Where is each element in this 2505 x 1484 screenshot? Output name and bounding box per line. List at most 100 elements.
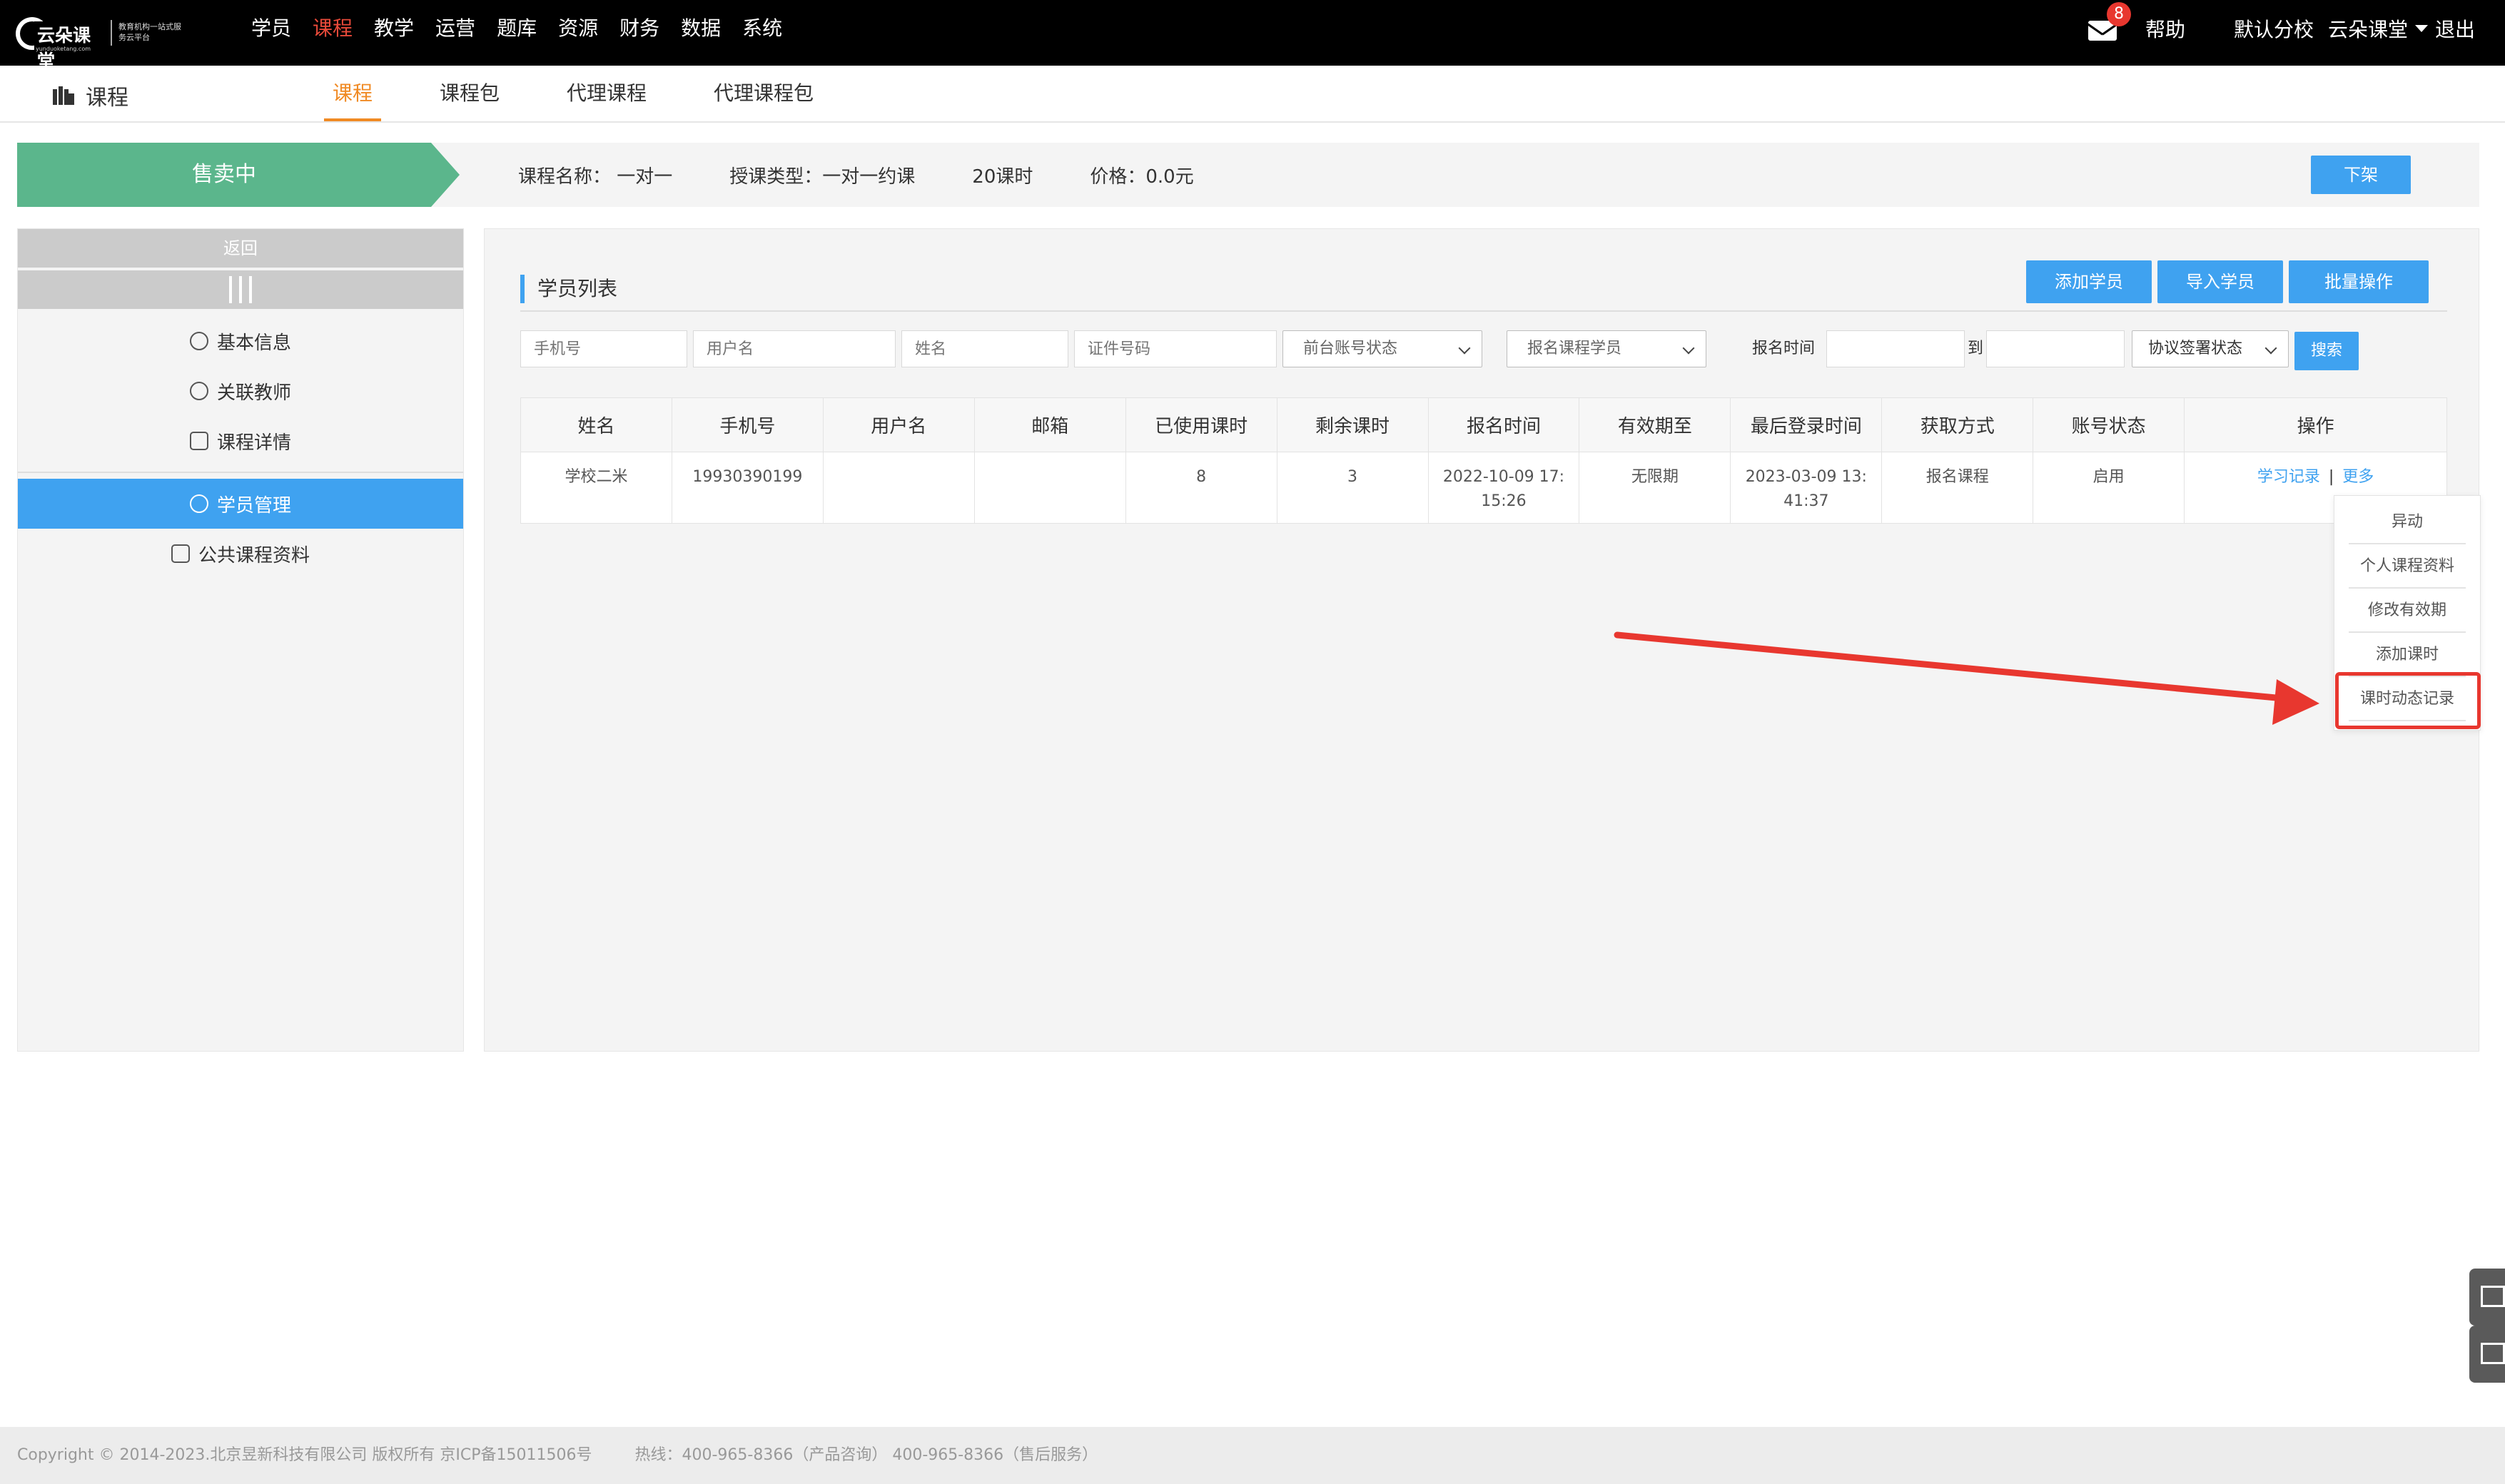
nav-item-system[interactable]: 系统: [742, 0, 782, 66]
cell-status: 启用: [2033, 452, 2185, 524]
envelope-icon: [2481, 1286, 2505, 1307]
sidebar-item-label: 公共课程资料: [198, 544, 310, 566]
more-link[interactable]: 更多: [2342, 468, 2374, 486]
sidebar-menu: 基本信息 关联教师 课程详情 学员管理 公共课程资料: [18, 316, 463, 579]
column-header: 邮箱: [973, 397, 1126, 452]
footer-hotline: 热线：400-965-8366（产品咨询） 400-965-8366（售后服务）: [634, 1446, 1098, 1464]
sidebar-item-teachers[interactable]: 关联教师: [18, 366, 463, 416]
enroll-time-end-input[interactable]: [1986, 330, 2125, 367]
nav-item-courses[interactable]: 课程: [313, 0, 353, 66]
id-number-input[interactable]: [1074, 330, 1277, 367]
menu-item-personal-materials[interactable]: 个人课程资料: [2334, 544, 2480, 589]
column-header: 手机号: [671, 397, 824, 452]
nav-item-resources[interactable]: 资源: [558, 0, 598, 66]
logo-divider: [111, 20, 112, 46]
panel-title: 学员列表: [520, 275, 617, 303]
agreement-status-select[interactable]: 协议签署状态: [2132, 330, 2289, 367]
column-header: 最后登录时间: [1730, 397, 1883, 452]
cell-used-hours: 8: [1125, 452, 1277, 524]
table-header-row: 姓名 手机号 用户名 邮箱 已使用课时 剩余课时 报名时间 有效期至 最后登录时…: [520, 397, 2447, 452]
logo-slogan: 教育机构一站式服务云平台: [118, 22, 181, 42]
tab-courses[interactable]: 课程: [324, 66, 382, 121]
logo-mark: 云朵课堂 yunduoketang.com: [16, 17, 104, 73]
left-sidebar: 返回 基本信息 关联教师 课程详情 学员管理 公共课程资料: [17, 228, 464, 1052]
panel-action-buttons: 添加学员 导入学员 批量操作: [2020, 260, 2429, 303]
course-info-bar: 售卖中 课程名称： 一对一 授课类型：一对一约课 20课时 价格：0.0元 下架: [17, 143, 2479, 207]
sidebar-item-basic-info[interactable]: 基本信息: [18, 316, 463, 366]
nav-item-question-bank[interactable]: 题库: [497, 0, 537, 66]
bars-icon: [229, 276, 232, 303]
edit-icon: [2481, 1343, 2505, 1364]
float-message-button[interactable]: [2469, 1269, 2505, 1326]
logo-domain: yunduoketang.com: [36, 46, 91, 52]
sidebar-item-student-management[interactable]: 学员管理: [18, 479, 463, 529]
nav-item-teaching[interactable]: 教学: [374, 0, 414, 66]
sidebar-item-label: 基本信息: [216, 332, 291, 354]
add-student-button[interactable]: 添加学员: [2026, 260, 2152, 303]
logout-link[interactable]: 退出: [2435, 14, 2475, 43]
username-input[interactable]: [693, 330, 896, 367]
main-nav: 学员 课程 教学 运营 题库 资源 财务 数据 系统: [251, 0, 804, 66]
to-label: 到: [1968, 340, 1984, 357]
nav-item-students[interactable]: 学员: [251, 0, 291, 66]
help-link[interactable]: 帮助: [2145, 14, 2185, 43]
mail-count-badge: 8: [2106, 2, 2131, 26]
footer-text: Copyright © 2014-2023.北京昱新科技有限公司 版权所有 京I…: [17, 1427, 1098, 1484]
teach-type: 授课类型：一对一约课: [729, 166, 916, 188]
tab-agent-courses[interactable]: 代理课程: [558, 66, 655, 121]
menu-item-transfer[interactable]: 异动: [2334, 500, 2480, 544]
tab-course-packages[interactable]: 课程包: [431, 66, 508, 121]
course-info-items: 课程名称： 一对一 授课类型：一对一约课 20课时 价格：0.0元: [518, 143, 1251, 207]
panel-divider: [520, 310, 2447, 312]
menu-item-edit-validity[interactable]: 修改有效期: [2334, 589, 2480, 633]
search-button[interactable]: 搜索: [2294, 332, 2359, 370]
column-header: 已使用课时: [1125, 397, 1277, 452]
nav-item-operations[interactable]: 运营: [435, 0, 475, 66]
cell-phone: 19930390199: [671, 452, 824, 524]
cell-source: 报名课程: [1881, 452, 2034, 524]
enroll-type-value: 报名课程学员: [1527, 340, 1622, 357]
course-price: 价格：0.0元: [1090, 166, 1194, 188]
collapse-toggle[interactable]: [18, 270, 463, 309]
status-banner: 售卖中: [17, 143, 460, 207]
enroll-type-select[interactable]: 报名课程学员: [1507, 330, 1706, 367]
nav-item-finance[interactable]: 财务: [619, 0, 659, 66]
cell-email: [973, 452, 1126, 524]
enroll-time-start-input[interactable]: [1826, 330, 1965, 367]
student-list-panel: 学员列表 添加学员 导入学员 批量操作 前台账号状态 报名课程学员 报名时间 到…: [484, 228, 2479, 1052]
phone-input[interactable]: [520, 330, 687, 367]
import-students-button[interactable]: 导入学员: [2157, 260, 2283, 303]
table-row: 学校二米 19930390199 8 3 2022-10-09 17:15:26…: [520, 452, 2447, 524]
account-status-select[interactable]: 前台账号状态: [1282, 330, 1482, 367]
take-offline-button[interactable]: 下架: [2311, 156, 2411, 194]
mail-button[interactable]: 8: [2088, 2, 2131, 41]
play-icon: [189, 382, 208, 400]
sidebar-item-course-details[interactable]: 课程详情: [18, 416, 463, 466]
detail-icon: [189, 432, 208, 450]
batch-operation-button[interactable]: 批量操作: [2289, 260, 2429, 303]
menu-item-add-hours[interactable]: 添加课时: [2334, 633, 2480, 677]
study-record-link[interactable]: 学习记录: [2257, 468, 2320, 486]
column-header: 姓名: [520, 397, 672, 452]
page-footer: Copyright © 2014-2023.北京昱新科技有限公司 版权所有 京I…: [0, 1427, 2505, 1484]
cell-valid-until: 无限期: [1579, 452, 1731, 524]
sidebar-item-public-materials[interactable]: 公共课程资料: [18, 529, 463, 579]
sidebar-item-label: 学员管理: [216, 494, 291, 517]
top-right-area: 8 帮助 默认分校 云朵课堂 退出: [2088, 0, 2475, 57]
back-button[interactable]: 返回: [18, 229, 463, 268]
name-input[interactable]: [901, 330, 1068, 367]
user-name: 云朵课堂: [2327, 18, 2408, 41]
student-table: 姓名 手机号 用户名 邮箱 已使用课时 剩余课时 报名时间 有效期至 最后登录时…: [520, 397, 2447, 524]
users-icon: [189, 494, 208, 513]
nav-item-data[interactable]: 数据: [681, 0, 721, 66]
column-header: 账号状态: [2033, 397, 2185, 452]
op-separator: |: [2328, 468, 2334, 486]
float-feedback-button[interactable]: [2469, 1326, 2505, 1383]
brand-logo[interactable]: 云朵课堂 yunduoketang.com 教育机构一站式服务云平台: [16, 11, 181, 73]
column-header: 有效期至: [1579, 397, 1731, 452]
footer-copyright: Copyright © 2014-2023.北京昱新科技有限公司 版权所有 京I…: [17, 1446, 592, 1464]
tab-agent-course-packages[interactable]: 代理课程包: [705, 66, 822, 121]
user-menu[interactable]: 默认分校 云朵课堂 退出: [2234, 14, 2475, 43]
cell-username: [822, 452, 975, 524]
column-header: 获取方式: [1881, 397, 2034, 452]
